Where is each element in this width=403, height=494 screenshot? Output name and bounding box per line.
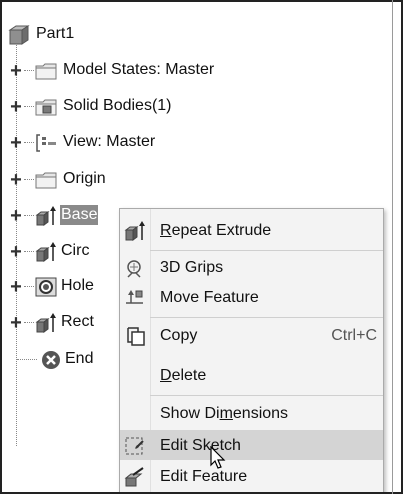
tree-root-label: Part1	[36, 25, 75, 42]
browser-pane: Part1 + Model States: Master + Solid Bod…	[0, 0, 403, 494]
menu-item-copy[interactable]: Copy Ctrl+C	[120, 320, 383, 350]
expand-plus-icon[interactable]: +	[8, 277, 24, 297]
move-feature-icon	[123, 287, 147, 309]
edit-feature-icon	[123, 466, 147, 488]
expand-plus-icon[interactable]: +	[8, 61, 24, 81]
menu-separator	[150, 250, 383, 251]
menu-item-label: Delete	[160, 367, 207, 384]
3d-grips-icon	[123, 257, 147, 279]
tree-item-label: End	[65, 350, 94, 367]
view-icon	[34, 132, 58, 154]
extrude-icon	[123, 220, 147, 242]
expand-plus-icon[interactable]: +	[8, 97, 24, 117]
expand-plus-icon[interactable]: +	[8, 170, 24, 190]
tree-branch-line	[24, 70, 34, 71]
tree-branch-line	[24, 142, 34, 143]
tree-item-label: Hole	[61, 277, 94, 294]
copy-shortcut: Ctrl+C	[331, 327, 377, 344]
tree-item-label: Rect	[61, 313, 94, 330]
menu-item-label: Edit Feature	[160, 468, 248, 485]
menu-item-show-dimensions[interactable]: Show Dimensions	[120, 398, 383, 428]
tree-branch-line	[17, 359, 37, 360]
tree-branch-line	[24, 179, 34, 180]
pane-divider	[392, 0, 393, 494]
menu-item-label: 3D Grips	[160, 259, 224, 276]
copy-icon	[123, 325, 147, 347]
mouse-pointer-icon	[210, 445, 226, 470]
menu-item-3d-grips[interactable]: 3D Grips	[120, 252, 383, 282]
menu-item-label: Move Feature	[160, 289, 259, 306]
tree-branch-line	[24, 215, 34, 216]
tree-item-label: Origin	[63, 170, 106, 187]
tree-item-model-states[interactable]: + Model States: Master	[2, 55, 392, 85]
menu-separator	[150, 317, 383, 318]
expand-plus-icon[interactable]: +	[8, 313, 24, 333]
tree-root[interactable]: Part1	[2, 19, 392, 49]
menu-item-move-feature[interactable]: Move Feature	[120, 282, 383, 312]
folder-icon	[34, 60, 58, 82]
tree-item-label: Base	[60, 205, 99, 225]
tree-item-view[interactable]: + View: Master	[2, 127, 392, 157]
tree-item-label: Circ	[61, 242, 90, 259]
tree-item-label: Model States: Master	[63, 61, 215, 78]
part-cube-icon	[6, 24, 30, 46]
tree-branch-line	[24, 106, 34, 107]
end-of-part-icon	[40, 349, 64, 371]
expand-plus-icon[interactable]: +	[8, 206, 24, 226]
menu-item-repeat-extrude[interactable]: Repeat Extrude	[120, 215, 383, 245]
expand-plus-icon[interactable]: +	[8, 242, 24, 262]
tree-branch-line	[24, 286, 34, 287]
expand-plus-icon[interactable]: +	[8, 133, 24, 153]
context-menu: Repeat Extrude 3D Grips Move Feature Cop…	[119, 208, 384, 492]
edit-sketch-icon	[123, 435, 147, 457]
menu-item-label: Edit Sketch	[160, 437, 241, 454]
tree-item-label: Solid Bodies(1)	[63, 97, 172, 114]
hole-feature-icon	[34, 276, 58, 298]
tree-item-solid-bodies[interactable]: + Solid Bodies(1)	[2, 91, 392, 121]
extrude-feature-icon	[34, 241, 58, 263]
menu-item-label: Show Dimensions	[160, 405, 289, 422]
tree-item-origin[interactable]: + Origin	[2, 164, 392, 194]
solid-bodies-folder-icon	[34, 96, 58, 118]
menu-separator	[150, 395, 383, 396]
menu-item-delete[interactable]: Delete	[120, 360, 383, 390]
extrude-feature-icon	[34, 205, 58, 227]
extrude-feature-icon	[34, 312, 58, 334]
tree-branch-line	[24, 251, 34, 252]
menu-item-edit-feature[interactable]: Edit Feature	[120, 461, 383, 491]
folder-icon	[34, 169, 58, 191]
tree-item-label: View: Master	[63, 133, 156, 150]
menu-item-label: Repeat Extrude	[160, 222, 272, 239]
menu-item-edit-sketch[interactable]: Edit Sketch	[120, 430, 383, 460]
menu-item-label: Copy	[160, 327, 198, 344]
tree-branch-line	[24, 322, 34, 323]
